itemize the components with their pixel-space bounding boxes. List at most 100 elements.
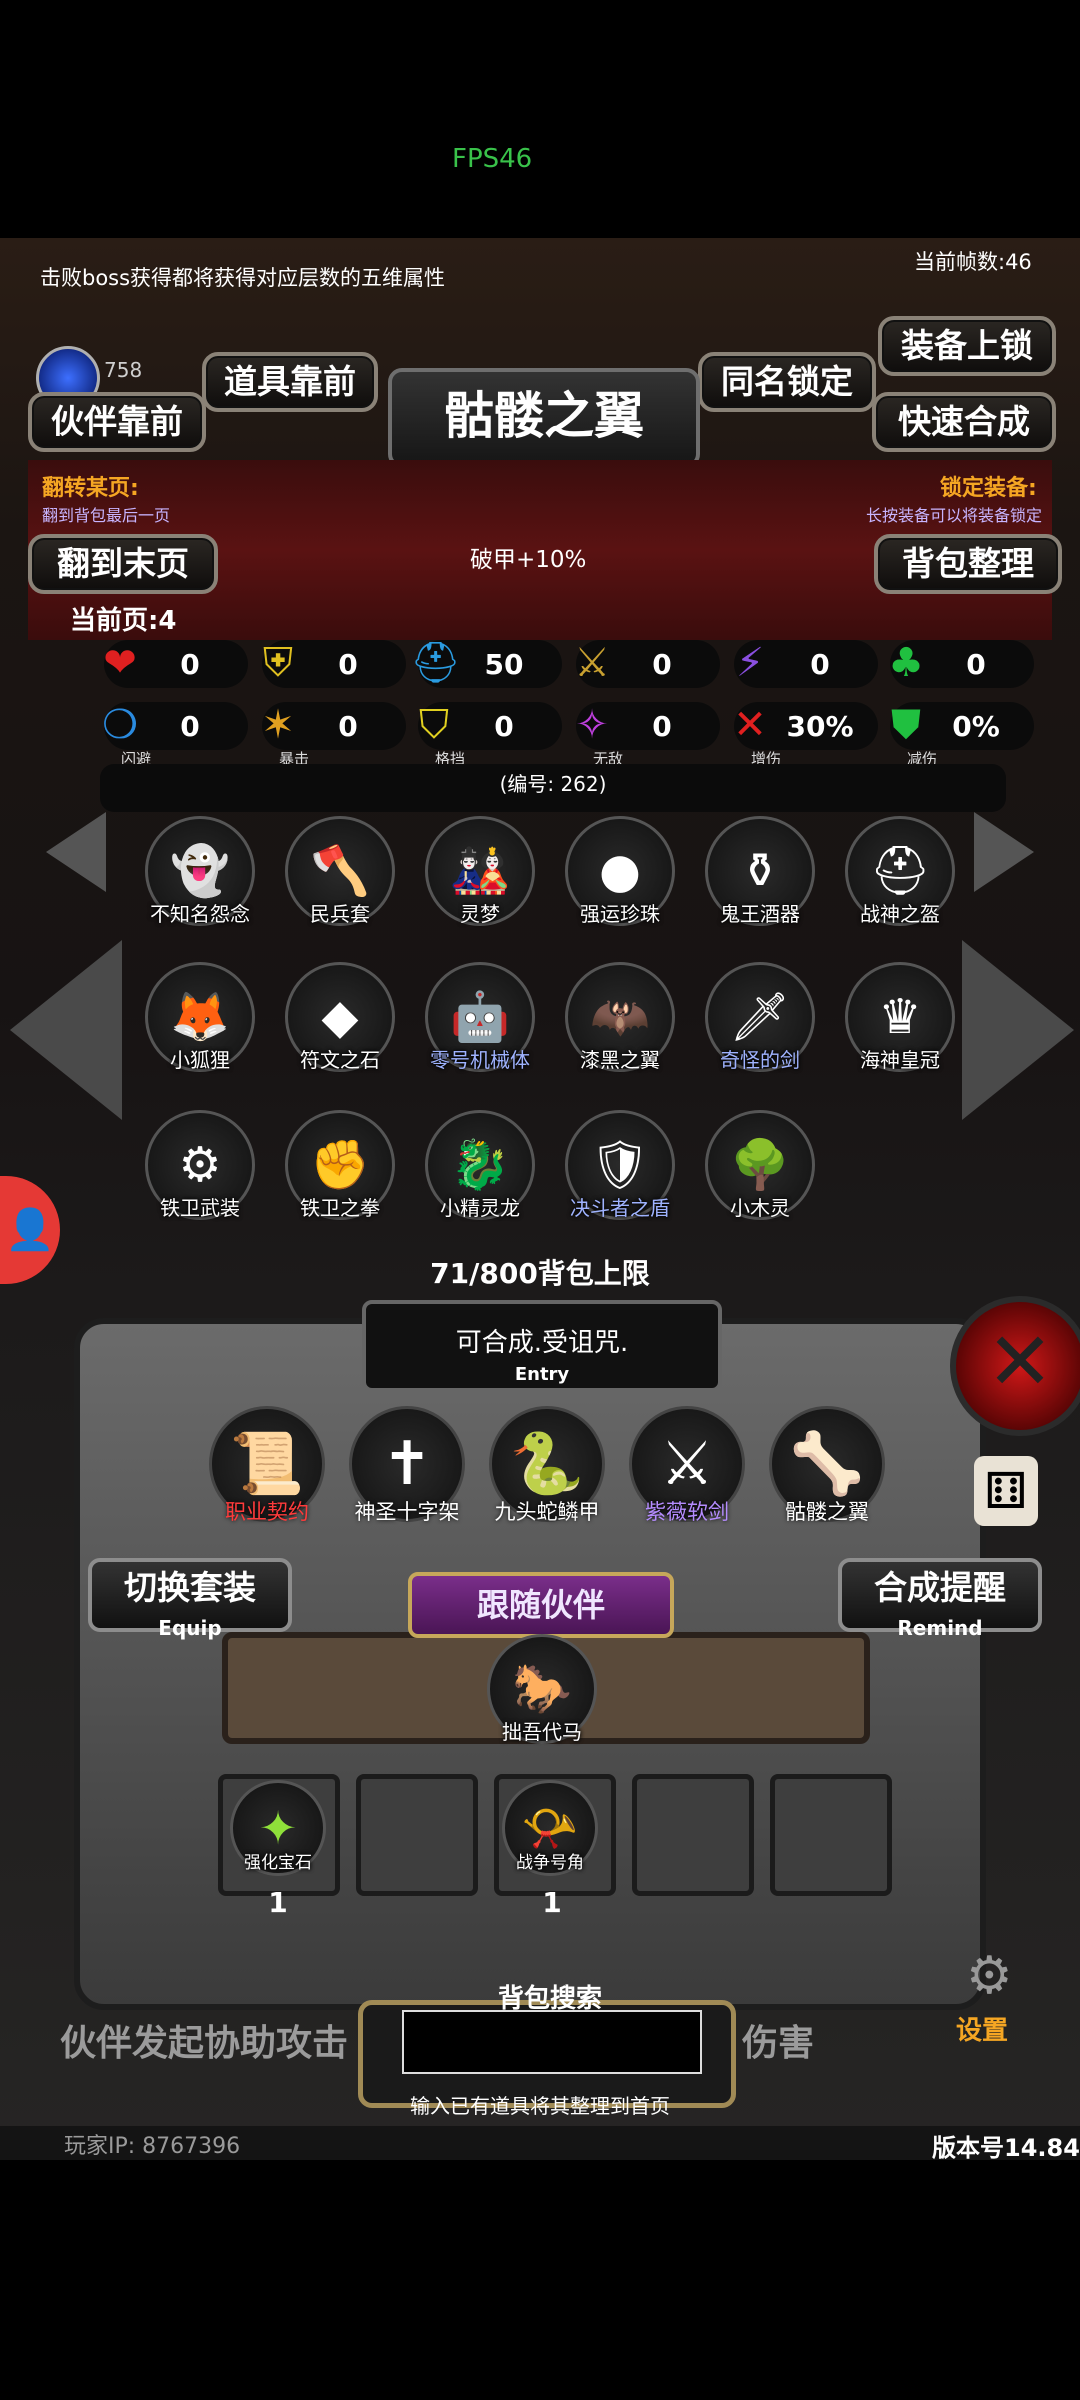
stat-value: 0 <box>494 710 514 743</box>
gear-icon[interactable]: ⚙ <box>966 1946 1013 2006</box>
serial-number: (编号: 262) <box>100 764 1006 812</box>
close-icon[interactable]: ✕ <box>950 1296 1080 1436</box>
item-name: 漆黑之翼 <box>580 1048 660 1072</box>
item-name: 不知名怨念 <box>150 902 250 926</box>
equip-lock-button[interactable]: 装备上锁 <box>878 316 1056 376</box>
switch-set-button[interactable]: 切换套装 Equip <box>88 1558 292 1640</box>
item-name: 小狐狸 <box>170 1048 230 1072</box>
bag-item[interactable]: 🤖 零号机械体 <box>420 962 540 1073</box>
item-name: 海神皇冠 <box>860 1048 940 1072</box>
gem-count: 758 <box>104 358 143 382</box>
entry-label: Entry <box>514 1364 570 1385</box>
item-name: 决斗者之盾 <box>570 1196 670 1220</box>
bag-item[interactable]: 🎎 灵梦 <box>420 816 540 927</box>
tip-text: 击败boss获得都将获得对应层数的五维属性 <box>40 266 446 290</box>
search-input[interactable] <box>402 2010 702 2074</box>
bag-item[interactable]: 👻 不知名怨念 <box>140 816 260 927</box>
bag-item[interactable]: ⚱ 鬼王酒器 <box>700 816 820 927</box>
prev-small-arrow[interactable] <box>46 812 106 892</box>
fps-counter: FPS46 <box>452 144 533 174</box>
stat-value: 0 <box>966 648 986 681</box>
stat-value: 0 <box>180 710 200 743</box>
merge-remind-button[interactable]: 合成提醒 Remind <box>838 1558 1042 1640</box>
bag-item[interactable]: 🦇 漆黑之翼 <box>560 962 680 1073</box>
lock-equip-title: 锁定装备: <box>940 476 1037 501</box>
next-small-arrow[interactable] <box>974 812 1034 892</box>
material-slot-5[interactable] <box>770 1774 892 1896</box>
slot-item-gem[interactable]: ✦ 强化宝石 <box>218 1780 338 1876</box>
stat-heart: ❤ 0 <box>103 640 248 688</box>
bag-item[interactable]: ● 强运珍珠 <box>560 816 680 927</box>
stat-value: 50 <box>484 648 524 681</box>
frame-rate-text: 当前帧数:46 <box>914 250 1032 274</box>
lock-equip-desc: 长按装备可以将装备锁定 <box>866 506 1043 525</box>
stat-dodge: ❍ 0 闪避 <box>102 702 248 768</box>
stat-value: 0 <box>652 710 672 743</box>
stat-invincible: ✧ 0 无敌 <box>575 702 720 768</box>
item-name: 零号机械体 <box>430 1048 530 1072</box>
partner-name: 拙吾代马 <box>502 1720 582 1744</box>
bag-item[interactable]: ✊ 铁卫之拳 <box>280 1110 400 1221</box>
prev-page-arrow[interactable] <box>10 940 122 1120</box>
sort-bag-button[interactable]: 背包整理 <box>874 534 1062 594</box>
flip-page-title: 翻转某页: <box>42 476 139 501</box>
item-name: 小精灵龙 <box>440 1196 520 1220</box>
dice-icon[interactable]: ⚅ <box>974 1456 1038 1526</box>
stat-armor: ⛨ 0 <box>262 640 406 688</box>
stat-value: 30% <box>786 710 854 743</box>
stat-clover: ♣ 0 <box>888 640 1034 688</box>
material-slot-4[interactable] <box>632 1774 754 1896</box>
bag-item[interactable]: ♛ 海神皇冠 <box>840 962 960 1073</box>
bag-item[interactable]: ⛑ 战神之盔 <box>840 816 960 927</box>
material-slot-2[interactable] <box>356 1774 478 1896</box>
equipped-item[interactable]: 🦴 骷髅之翼 <box>762 1406 892 1526</box>
bag-item[interactable]: 🪓 民兵套 <box>280 816 400 927</box>
stat-lightning: ⚡ 0 <box>734 640 878 688</box>
last-page-button[interactable]: 翻到末页 <box>28 534 218 594</box>
stat-damage-down: ⛊ 0% 减伤 <box>890 702 1034 768</box>
partner-front-button[interactable]: 伙伴靠前 <box>28 392 206 452</box>
bag-item[interactable]: ⚙ 铁卫武装 <box>140 1110 260 1221</box>
equipped-item[interactable]: ✝ 神圣十字架 <box>342 1406 472 1526</box>
stat-sword: ⚔ 0 <box>574 640 720 688</box>
equipped-item[interactable]: 📜 职业契约 <box>202 1406 332 1526</box>
version-number: 版本号14.84 <box>932 2134 1080 2162</box>
slot-count: 1 <box>268 1886 288 1919</box>
stat-value: 0 <box>180 648 200 681</box>
next-page-arrow[interactable] <box>962 940 1074 1120</box>
search-hint: 输入已有道具将其整理到首页 <box>410 2094 670 2118</box>
quick-merge-button[interactable]: 快速合成 <box>872 392 1056 452</box>
equipped-name: 神圣十字架 <box>354 1500 460 1524</box>
bag-item[interactable]: 🦊 小狐狸 <box>140 962 260 1073</box>
stat-crit: ✶ 0 暴击 <box>261 702 406 768</box>
equipped-item[interactable]: ⚔ 紫薇软剑 <box>622 1406 752 1526</box>
bag-item[interactable]: 🗡 奇怪的剑 <box>700 962 820 1073</box>
item-name: 民兵套 <box>310 902 370 926</box>
bag-item[interactable]: 🌳 小木灵 <box>700 1110 820 1221</box>
equipped-name: 紫薇软剑 <box>645 1500 729 1524</box>
bag-item[interactable]: 🐉 小精灵龙 <box>420 1110 540 1221</box>
same-name-lock-button[interactable]: 同名锁定 <box>698 352 876 412</box>
item-name: 铁卫武装 <box>160 1196 240 1220</box>
partner-title: 跟随伙伴 <box>408 1572 674 1638</box>
equipped-item[interactable]: 🐍 九头蛇鳞甲 <box>482 1406 612 1526</box>
merge-remind-sub: Remind <box>897 1616 983 1640</box>
switch-set-label: 切换套装 <box>124 1568 256 1607</box>
item-name: 强运珍珠 <box>580 902 660 926</box>
slot-item-horn[interactable]: 📯 战争号角 <box>490 1780 610 1876</box>
item-name: 鬼王酒器 <box>720 902 800 926</box>
equipped-name: 九头蛇鳞甲 <box>494 1500 600 1524</box>
item-front-button[interactable]: 道具靠前 <box>202 352 378 412</box>
entry-text: 可合成.受诅咒. <box>455 1328 629 1358</box>
partner-slot[interactable]: 🐎 拙吾代马 <box>482 1634 602 1745</box>
background-text-left: 伙伴发起协助攻击 <box>60 2023 349 2064</box>
background-text-right: 伤害 <box>742 2023 815 2064</box>
stat-value: 0% <box>952 710 1000 743</box>
item-name: 铁卫之拳 <box>300 1196 380 1220</box>
stat-block: ⛉ 0 格挡 <box>418 702 562 768</box>
merge-remind-label: 合成提醒 <box>874 1568 1006 1607</box>
bag-item[interactable]: 🛡 决斗者之盾 <box>560 1110 680 1221</box>
settings-label[interactable]: 设置 <box>956 2010 1008 2047</box>
player-ip: 玩家IP: 8767396 <box>64 2134 241 2159</box>
bag-item[interactable]: ◆ 符文之石 <box>280 962 400 1073</box>
